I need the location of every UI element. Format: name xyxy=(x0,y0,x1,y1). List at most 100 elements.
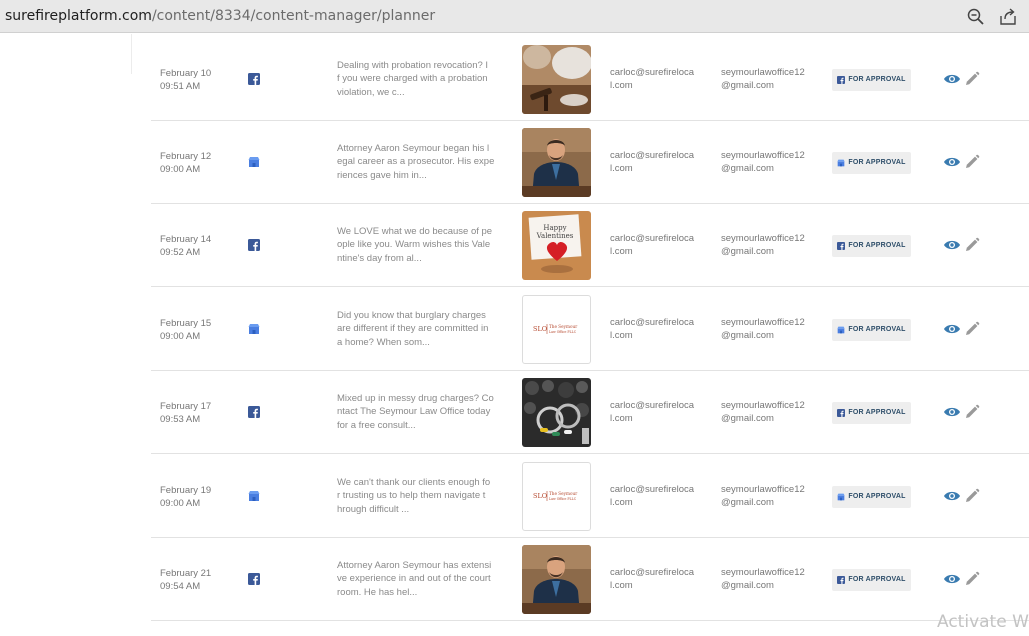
zoom-out-icon[interactable] xyxy=(966,7,986,27)
post-row[interactable]: February 12 09:00 AM Attorney Aaron Seym… xyxy=(151,121,1029,204)
facebook-icon xyxy=(248,238,260,251)
channel-icon xyxy=(248,489,260,501)
client-email-line: @gmail.com xyxy=(721,497,774,508)
author-email-line: carloc@surefireloca xyxy=(610,66,695,78)
logo-mark: SLO xyxy=(533,325,547,333)
share-icon[interactable] xyxy=(998,7,1018,27)
post-caption-line: ople like you. Warm wishes this Vale xyxy=(337,239,491,250)
post-date: February 10 09:51 AM xyxy=(160,67,235,93)
post-caption: We LOVE what we do because of pe ople li… xyxy=(337,225,505,266)
valentines-card: Happy Valentines xyxy=(522,210,591,280)
preview-eye-icon[interactable] xyxy=(943,322,961,336)
facebook-icon xyxy=(248,572,260,585)
url-text[interactable]: surefireplatform.com/content/8334/conten… xyxy=(5,8,435,24)
status-channel-icon xyxy=(837,326,846,334)
facebook-icon xyxy=(248,405,260,418)
preview-eye-icon[interactable] xyxy=(943,572,961,586)
logo-line2: Law Office PLLC xyxy=(549,497,577,501)
post-thumbnail[interactable]: SLO The Seymour Law Office PLLC xyxy=(522,461,591,531)
post-caption: We can't thank our clients enough fo r t… xyxy=(337,476,505,517)
channel-icon xyxy=(248,155,260,167)
logo-line1: The Seymour xyxy=(549,324,577,329)
post-caption-line: room. He has hel... xyxy=(337,586,418,598)
status-badge: FOR APPROVAL xyxy=(832,68,911,91)
author-email-line: carloc@surefireloca xyxy=(610,399,695,411)
author-email: carloc@surefireloca l.com xyxy=(610,566,694,593)
activation-watermark: Activate W xyxy=(937,612,1029,632)
google-business-icon xyxy=(248,490,260,501)
google-business-icon xyxy=(248,156,260,167)
client-email-line: seymourlawoffice12 xyxy=(721,149,805,161)
attorney-portrait xyxy=(522,544,591,614)
edit-pencil-icon[interactable] xyxy=(964,404,980,420)
post-row[interactable]: February 10 09:51 AM Dealing with probat… xyxy=(151,38,1029,121)
status-badge: FOR APPROVAL xyxy=(832,151,911,174)
client-email-line: @gmail.com xyxy=(721,580,774,591)
author-email: carloc@surefireloca l.com xyxy=(610,316,694,343)
author-email-line: l.com xyxy=(610,80,633,91)
client-email: seymourlawoffice12 @gmail.com xyxy=(721,66,805,93)
post-caption-line: ntine's day from al... xyxy=(337,252,422,264)
edit-pencil-icon[interactable] xyxy=(964,488,980,504)
channel-icon xyxy=(248,72,260,85)
client-email: seymourlawoffice12 @gmail.com xyxy=(721,149,805,176)
post-caption-line: are different if they are committed in xyxy=(337,323,489,334)
post-date-time: 09:00 AM xyxy=(160,497,201,509)
author-email: carloc@surefireloca l.com xyxy=(610,399,694,426)
post-row[interactable]: February 14 09:52 AM We LOVE what we do … xyxy=(151,204,1029,287)
post-date: February 14 09:52 AM xyxy=(160,233,235,259)
post-thumbnail[interactable] xyxy=(522,544,591,614)
post-row[interactable]: February 19 09:00 AM We can't thank our … xyxy=(151,455,1029,538)
browser-address-bar[interactable]: surefireplatform.com/content/8334/conten… xyxy=(0,0,1029,33)
post-row[interactable]: February 17 09:53 AM Mixed up in messy d… xyxy=(151,371,1029,454)
post-thumbnail[interactable] xyxy=(522,377,591,447)
card-text-line2: Valentines xyxy=(536,232,574,240)
facebook-mini-icon xyxy=(837,75,846,84)
status-badge: FOR APPROVAL xyxy=(832,485,911,508)
edit-pencil-icon[interactable] xyxy=(964,154,980,170)
client-email: seymourlawoffice12 @gmail.com xyxy=(721,566,805,593)
preview-eye-icon[interactable] xyxy=(943,405,961,419)
post-caption-line: Did you know that burglary charges xyxy=(337,309,486,321)
author-email: carloc@surefireloca l.com xyxy=(610,66,694,93)
status-badge: FOR APPROVAL xyxy=(832,234,911,257)
author-email-line: carloc@surefireloca xyxy=(610,316,695,328)
post-thumbnail[interactable] xyxy=(522,44,591,114)
client-email: seymourlawoffice12 @gmail.com xyxy=(721,232,805,259)
post-row[interactable]: February 15 09:00 AM Did you know that b… xyxy=(151,288,1029,371)
google-business-mini-icon xyxy=(837,326,846,333)
post-date: February 19 09:00 AM xyxy=(160,484,235,510)
post-thumbnail[interactable]: SLO The Seymour Law Office PLLC xyxy=(522,294,591,364)
client-email: seymourlawoffice12 @gmail.com xyxy=(721,316,805,343)
status-label: FOR APPROVAL xyxy=(848,159,906,166)
author-email-line: l.com xyxy=(610,163,633,174)
post-date-day: February 14 xyxy=(160,233,212,245)
channel-icon xyxy=(248,322,260,334)
edit-pencil-icon[interactable] xyxy=(964,237,980,253)
author-email-line: l.com xyxy=(610,497,633,508)
preview-eye-icon[interactable] xyxy=(943,72,961,86)
channel-icon xyxy=(248,405,260,418)
edit-pencil-icon[interactable] xyxy=(964,321,980,337)
post-date: February 17 09:53 AM xyxy=(160,400,235,426)
author-email-line: carloc@surefireloca xyxy=(610,232,695,244)
status-channel-icon xyxy=(837,241,846,250)
author-email-line: carloc@surefireloca xyxy=(610,566,695,578)
status-channel-icon xyxy=(837,75,846,84)
post-caption-line: Attorney Aaron Seymour has extensi xyxy=(337,559,492,571)
firm-logo: SLO The Seymour Law Office PLLC xyxy=(533,490,577,501)
post-row[interactable]: February 21 09:54 AM Attorney Aaron Seym… xyxy=(151,538,1029,621)
post-caption-line: Dealing with probation revocation? I xyxy=(337,59,489,71)
preview-eye-icon[interactable] xyxy=(943,238,961,252)
preview-eye-icon[interactable] xyxy=(943,489,961,503)
post-thumbnail[interactable]: Happy Valentines xyxy=(522,210,591,280)
preview-eye-icon[interactable] xyxy=(943,155,961,169)
author-email-line: l.com xyxy=(610,580,633,591)
status-badge: FOR APPROVAL xyxy=(832,318,911,341)
edit-pencil-icon[interactable] xyxy=(964,71,980,87)
edit-pencil-icon[interactable] xyxy=(964,571,980,587)
post-thumbnail[interactable] xyxy=(522,127,591,197)
client-email-line: @gmail.com xyxy=(721,246,774,257)
post-caption-line: ntact The Seymour Law Office today xyxy=(337,406,491,417)
channel-icon xyxy=(248,238,260,251)
